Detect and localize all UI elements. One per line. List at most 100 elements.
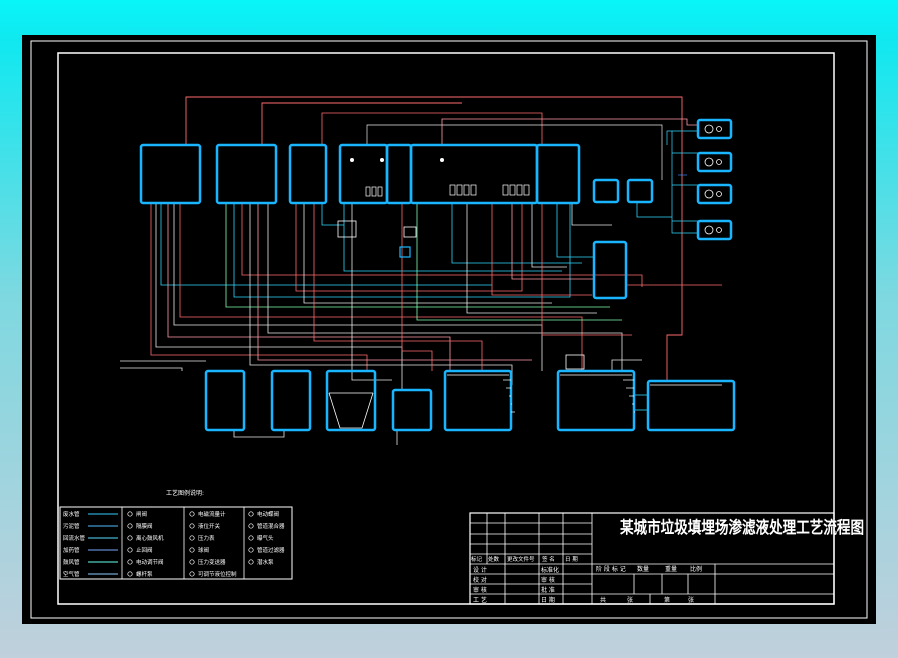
- legend-heading: 工艺图例说明:: [166, 489, 204, 497]
- internal-module: [470, 184, 477, 196]
- tank-nitrification: [385, 143, 413, 205]
- legend-symbol-label: 液位开关: [198, 522, 221, 530]
- pipe-line: [120, 367, 183, 371]
- legend-symbol-icon: [127, 571, 133, 577]
- valve-icon: [716, 159, 722, 165]
- legend-symbol-icon: [127, 511, 133, 517]
- legend-symbol-label: 潜水泵: [257, 558, 274, 566]
- legend-line-label: 鼓风管: [63, 558, 80, 566]
- title-block-cell: 批 准: [541, 586, 555, 594]
- pipe-line: [343, 203, 562, 272]
- drawing-title: 某城市垃圾填埋场渗滤液处理工艺流程图: [620, 517, 864, 537]
- legend-symbol-icon: [189, 511, 195, 517]
- legend-symbol-label: 电动蝶阀: [257, 510, 279, 518]
- tank-ro-feed: [556, 369, 636, 432]
- legend-rows: 废水管污泥管回流水管加药管鼓风管空气管 闸阀 隔膜阀离心鼓风机止回阀电动调节阀螺杆…: [63, 510, 285, 578]
- mixer-icon: [350, 158, 354, 162]
- title-block-cell: 校 对: [473, 576, 487, 584]
- instrument-box: [403, 226, 417, 238]
- pump-set-4: [696, 219, 733, 241]
- pipe-line: [249, 203, 513, 385]
- title-block-cell: 更改文件号: [507, 555, 535, 563]
- internal-module: [509, 184, 516, 196]
- title-block-cell: 张: [627, 596, 633, 604]
- pump-set-2: [696, 151, 733, 173]
- dosing-unit: [399, 246, 411, 258]
- title-block-cell: 张: [688, 596, 694, 604]
- legend-symbol-label: 电动调节阀: [136, 558, 164, 566]
- legend-symbol-icon: [189, 559, 195, 565]
- pipe-line: [160, 203, 492, 286]
- legend-symbol-label: 止回阀: [136, 546, 153, 554]
- title-block-cell: 工 艺: [473, 596, 487, 604]
- legend-line-label: 加药管: [63, 546, 80, 554]
- pipe-line: [321, 112, 543, 145]
- pump-icon: [704, 124, 714, 134]
- internal-module: [516, 184, 523, 196]
- tank-discharge: [646, 379, 736, 432]
- pipe-line: [303, 203, 552, 304]
- pipe-line: [173, 203, 543, 371]
- title-block-cell: 数量: [637, 565, 649, 573]
- legend-symbol-label: 离心鼓风机: [136, 534, 164, 542]
- tank-ro-concentrate: [592, 240, 628, 300]
- pump-set-1: [696, 118, 733, 140]
- equipment-details: [337, 124, 722, 413]
- legend-symbol-icon: [127, 535, 133, 541]
- legend-symbol-icon: [127, 559, 133, 565]
- legend-symbol-label: 管道过滤器: [257, 546, 285, 554]
- valve-icon: [716, 191, 722, 197]
- title-block-cell: 标准化: [541, 566, 559, 574]
- internal-module: [456, 184, 463, 196]
- pipe-line: [511, 203, 595, 280]
- internal-module: [463, 184, 470, 196]
- blower-icon: [565, 354, 585, 370]
- pipe-network: [120, 96, 722, 445]
- internal-module: [449, 184, 456, 196]
- internal-module: [502, 184, 509, 196]
- legend-line-label: 污泥管: [63, 522, 80, 530]
- process-flow-drawing: 工艺图例说明: 废水管污泥管回流水管加药管鼓风管空气管 闸阀 隔膜阀离心鼓风机止回…: [22, 35, 876, 624]
- legend-symbol-icon: [189, 547, 195, 553]
- title-block-cell: 签 名: [542, 555, 555, 563]
- legend-symbol-icon: [248, 523, 254, 529]
- pipe-line: [611, 359, 642, 371]
- legend-symbol-label: 闸阀: [136, 510, 147, 518]
- title-block-cell: 标记: [471, 555, 483, 563]
- title-block-cell: 第: [664, 596, 670, 604]
- pump-set-3: [696, 183, 733, 205]
- mixer-icon: [440, 158, 444, 162]
- pipe-line: [416, 203, 622, 321]
- legend-symbol-icon: [189, 523, 195, 529]
- tank-membrane: [535, 143, 581, 205]
- legend-line-label: 回流水管: [63, 534, 86, 542]
- pipe-line: [257, 203, 532, 361]
- valve-icon: [716, 227, 722, 233]
- pipe-line: [321, 203, 344, 226]
- tank-regulating: [139, 143, 202, 205]
- pipe-line: [671, 131, 698, 234]
- internal-module: [523, 184, 530, 196]
- legend-symbol-label: 压力表: [198, 534, 215, 542]
- pipe-line: [636, 202, 672, 218]
- title-block-cell: 重量: [665, 565, 677, 573]
- title-block-cell: 设 计: [473, 566, 487, 574]
- legend-line-label: 空气管: [63, 570, 80, 578]
- pipe-line: [666, 120, 683, 381]
- title-block-text: 标记 处数 更改文件号签 名日 期设 计标准化校 对审 核审 核批 准工 艺日 期阶…: [471, 555, 702, 604]
- internal-module: [371, 186, 377, 197]
- tank-dosing: [391, 388, 433, 432]
- legend-symbol-icon: [248, 535, 254, 541]
- thickener-hopper: [328, 392, 374, 429]
- legend-symbol-label: 管道混合器: [257, 522, 285, 530]
- pipe-line: [167, 203, 451, 371]
- tank-denitrification: [338, 143, 389, 205]
- pump-icon: [704, 225, 714, 235]
- pipe-line: [150, 203, 368, 371]
- pipe-line: [241, 203, 643, 287]
- legend-symbol-label: 压力变送器: [198, 558, 226, 566]
- legend-symbol-icon: [127, 523, 133, 529]
- legend-symbol-label: 螺杆泵: [136, 570, 153, 578]
- tank-sludge-2: [270, 369, 312, 432]
- pipe-line: [556, 203, 594, 258]
